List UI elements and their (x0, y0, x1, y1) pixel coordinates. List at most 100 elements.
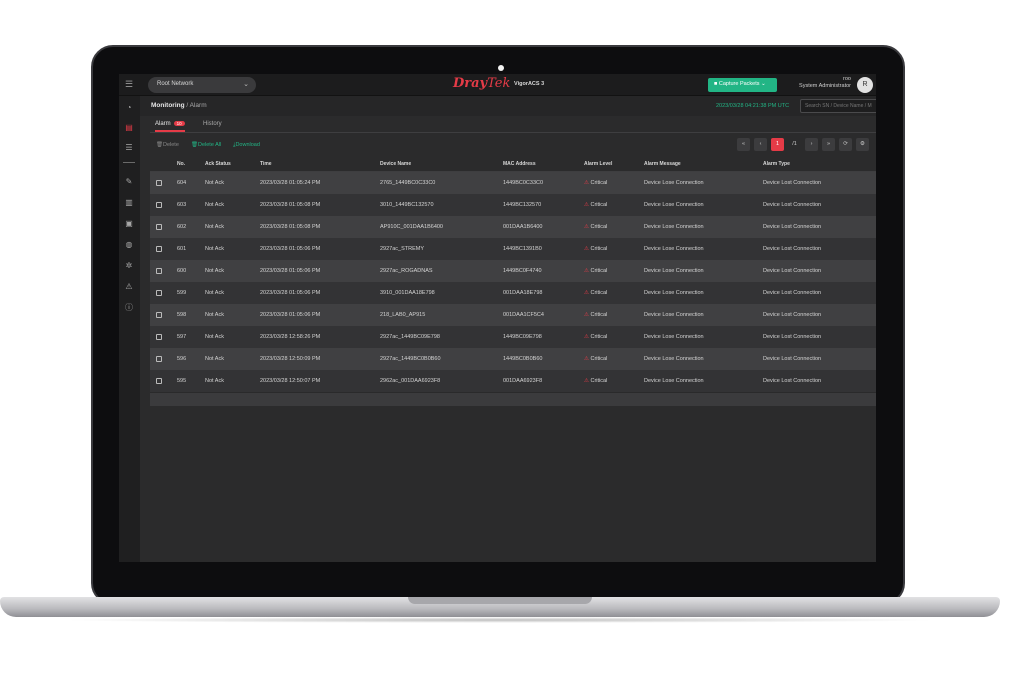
row-checkbox[interactable] (156, 268, 162, 274)
row-ack-status-text: Not Ack (205, 378, 224, 384)
row-no-text: 603 (177, 202, 187, 208)
row-checkbox[interactable] (156, 202, 162, 208)
wrench-icon[interactable]: ✎ (122, 176, 136, 188)
row-no: 600 (177, 268, 186, 274)
row-checkbox[interactable] (156, 312, 162, 318)
row-no: 597 (177, 334, 186, 340)
network-select[interactable]: Root Network ⌄ (148, 77, 256, 93)
row-device-name: 2927ac_1449BC0B0B60 (380, 356, 441, 362)
row-no-text: 600 (177, 268, 187, 274)
next-page-button[interactable]: › (805, 138, 818, 151)
last-page-button[interactable]: » (822, 138, 835, 151)
user-role: System Administrator (799, 83, 851, 89)
row-checkbox[interactable] (156, 180, 162, 186)
row-alarm-type-text: Device Lost Connection (763, 202, 822, 208)
table-row[interactable]: 602 Not Ack 2023/03/28 01:05:08 PM AP910C_0… (150, 216, 876, 238)
settings-sliders-icon[interactable]: ☰ (122, 142, 136, 154)
row-checkbox[interactable] (156, 290, 162, 296)
row-alarm-level: ⚠ Critical (584, 334, 607, 340)
table-row[interactable]: 597 Not Ack 2023/03/28 12:58:26 PM 2927ac_1… (150, 326, 876, 348)
col-time[interactable]: Time (260, 161, 272, 167)
row-alarm-type: Device Lost Connection (763, 290, 821, 296)
row-alarm-type: Device Lost Connection (763, 268, 821, 274)
prev-page-button[interactable]: ‹ (754, 138, 767, 151)
user-info[interactable]: roo System Administrator (781, 76, 851, 90)
tab-history[interactable]: History (203, 121, 222, 127)
user-name: roo (843, 76, 851, 82)
table-footer (150, 392, 876, 406)
row-device-name-text: 2927ac_STREMY (380, 246, 425, 252)
globe-icon[interactable]: ◍ (122, 239, 136, 251)
table-row[interactable]: 601 Not Ack 2023/03/28 01:05:06 PM 2927ac_S… (150, 238, 876, 260)
delete-button[interactable]: 🗑Delete (156, 142, 179, 148)
row-ack-status: Not Ack (205, 334, 224, 340)
current-page[interactable]: 1 (771, 138, 784, 151)
menu-icon[interactable]: ☰ (125, 79, 135, 89)
row-alarm-type: Device Lost Connection (763, 202, 821, 208)
row-device-name-text: 2927ac_1449BC0B0B60 (380, 356, 441, 362)
table-row[interactable]: 604 Not Ack 2023/03/28 01:05:24 PM 2765_144… (150, 172, 876, 194)
brand-tek: Tek (487, 76, 511, 91)
table-row[interactable]: 603 Not Ack 2023/03/28 01:05:08 PM 3010_144… (150, 194, 876, 216)
capture-packets-button[interactable]: ■ Capture Packets ⌄ (708, 78, 777, 92)
col-alarm-level[interactable]: Alarm Level (584, 161, 612, 167)
row-alarm-level: ⚠ Critical (584, 180, 607, 186)
row-checkbox[interactable] (156, 356, 162, 362)
row-alarm-type: Device Lost Connection (763, 356, 821, 362)
table-row[interactable]: 595 Not Ack 2023/03/28 12:50:07 PM 2962ac_0… (150, 370, 876, 392)
row-ack-status: Not Ack (205, 312, 224, 318)
row-alarm-type: Device Lost Connection (763, 334, 821, 340)
row-checkbox[interactable] (156, 246, 162, 252)
row-checkbox[interactable] (156, 378, 162, 384)
delete-all-button[interactable]: 🗑Delete All (191, 142, 221, 148)
row-alarm-message: Device Lose Connection (644, 246, 704, 252)
avatar[interactable]: R (857, 77, 873, 93)
col-device-name[interactable]: Device Name (380, 161, 411, 167)
table-row[interactable]: 596 Not Ack 2023/03/28 12:50:09 PM 2927ac_1… (150, 348, 876, 370)
book-icon[interactable]: ▣ (122, 218, 136, 230)
row-alarm-type-text: Device Lost Connection (763, 356, 822, 362)
table-row[interactable]: 600 Not Ack 2023/03/28 01:05:06 PM 2927ac_R… (150, 260, 876, 282)
download-button[interactable]: ⤓Download (233, 142, 260, 149)
gear-icon[interactable]: ⚙ (856, 138, 869, 151)
refresh-icon[interactable]: ⟳ (839, 138, 852, 151)
dashboard-icon[interactable]: ◔ (122, 102, 136, 114)
col-alarm-message[interactable]: Alarm Message (644, 161, 681, 167)
col-ack-status[interactable]: Ack Status (205, 161, 231, 167)
row-time: 2023/03/28 12:50:07 PM (260, 378, 320, 384)
row-alarm-type-text: Device Lost Connection (763, 378, 822, 384)
row-time-text: 2023/03/28 12:50:09 PM (260, 356, 321, 362)
row-alarm-level-text: Critical (590, 180, 608, 186)
row-alarm-type-text: Device Lost Connection (763, 180, 822, 186)
row-checkbox[interactable] (156, 334, 162, 340)
table-row[interactable]: 598 Not Ack 2023/03/28 01:05:06 PM 218_LAB0… (150, 304, 876, 326)
row-checkbox[interactable] (156, 224, 162, 230)
col-alarm-type[interactable]: Alarm Type (763, 161, 790, 167)
col-mac-address[interactable]: MAC Address (503, 161, 536, 167)
gear-icon[interactable]: ✲ (122, 260, 136, 272)
alert-icon[interactable]: ⚠ (122, 281, 136, 293)
search-input[interactable]: Search SN / Device Name / M ⌕ (800, 99, 876, 113)
brand-dray: Dray (453, 76, 488, 91)
row-device-name-text: 2927ac_ROGADNAS (380, 268, 433, 274)
report-icon[interactable]: ▥ (122, 197, 136, 209)
table-row[interactable]: 599 Not Ack 2023/03/28 01:05:06 PM 3910_001… (150, 282, 876, 304)
row-ack-status: Not Ack (205, 290, 224, 296)
tab-alarm[interactable]: Alarm 10 (155, 121, 185, 132)
row-alarm-type-text: Device Lost Connection (763, 224, 822, 230)
monitoring-icon[interactable]: ▤ (122, 122, 136, 134)
info-icon[interactable]: ⓘ (122, 302, 136, 314)
row-alarm-message-text: Device Lose Connection (644, 224, 704, 230)
first-page-button[interactable]: « (737, 138, 750, 151)
col-no[interactable]: No. (177, 161, 185, 167)
row-no-text: 596 (177, 356, 187, 362)
breadcrumb-section[interactable]: Monitoring (151, 102, 185, 109)
trash-icon: 🗑 (156, 142, 163, 148)
row-alarm-message-text: Device Lose Connection (644, 268, 704, 274)
row-mac-address: 001DAA6923F8 (503, 378, 542, 384)
laptop-notch (408, 597, 592, 604)
row-ack-status: Not Ack (205, 356, 224, 362)
row-mac-address: 001DAA1B6400 (503, 224, 542, 230)
row-alarm-message: Device Lose Connection (644, 180, 704, 186)
row-alarm-type-text: Device Lost Connection (763, 334, 822, 340)
